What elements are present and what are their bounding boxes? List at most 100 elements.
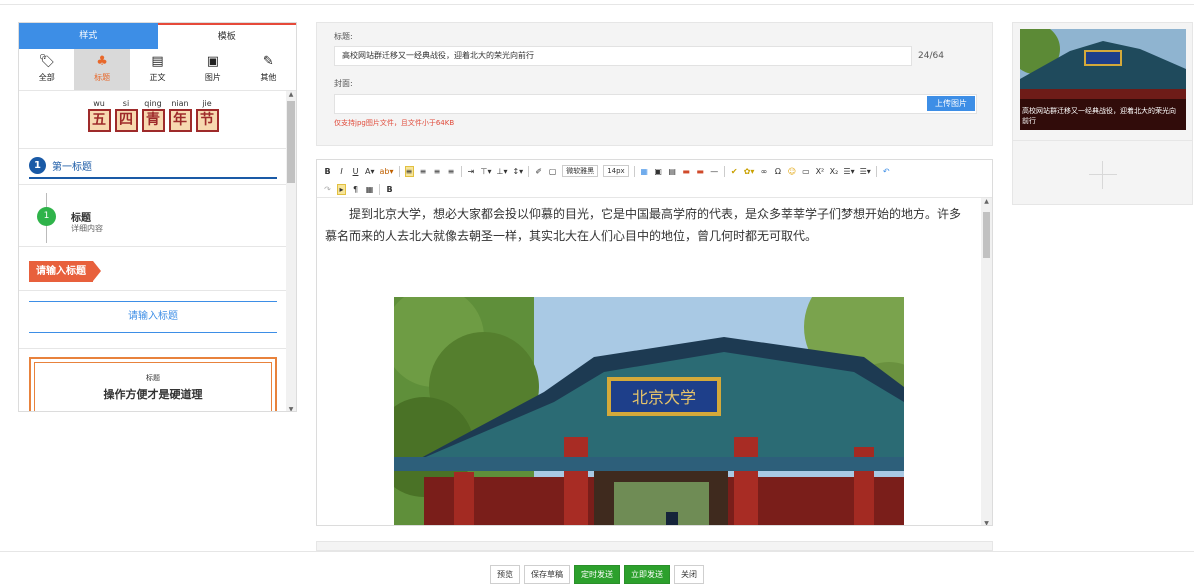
timeline-title: 标题 (71, 213, 91, 224)
music-icon[interactable]: ▬ (696, 167, 705, 176)
category-label: 全部 (38, 73, 55, 82)
scroll-down-icon[interactable]: ▼ (981, 520, 992, 525)
highlight-button[interactable]: ab▾ (380, 167, 394, 176)
unordered-list-icon[interactable]: ☰▾ (860, 167, 871, 176)
category-label: 正文 (149, 73, 166, 82)
category-body[interactable]: ▤ 正文 (130, 49, 185, 90)
separator (528, 165, 530, 177)
lined-heading-text: 请输入标题 (29, 301, 277, 333)
separator (460, 165, 462, 177)
article-list-panel: 高校网站群迁移又一经典战役，迎着北大的荣光向前行 (1012, 22, 1193, 205)
tab-styles[interactable]: 样式 (19, 23, 158, 49)
style-list: wu si qing nian jie 五 四 青 年 节 1 第一标题 1 标… (19, 91, 287, 411)
horizontal-rule-icon[interactable]: — (710, 167, 719, 176)
pinyin: si (122, 99, 130, 108)
upload-image-button[interactable]: 上传图片 (927, 96, 975, 111)
special-char-icon[interactable]: Ω (773, 167, 782, 176)
article-form: 标题: 高校网站群迁移又一经典战役，迎着北大的荣光向前行 24/64 封面: 上… (316, 22, 993, 146)
hanzi-box: 节 (195, 109, 219, 132)
style-panel: 样式 模板 🏷 全部 ♣ 标题 ▤ 正文 ▣ 图片 ✎ 其他 wu si qin… (18, 22, 297, 412)
underline-button[interactable]: U (351, 167, 360, 176)
preview-button[interactable]: 预览 (490, 565, 520, 584)
title-input[interactable]: 高校网站群迁移又一经典战役，迎着北大的荣光向前行 (334, 46, 912, 66)
style-sample-festival[interactable]: wu si qing nian jie 五 四 青 年 节 (19, 91, 287, 149)
scrollbar-thumb[interactable] (983, 212, 990, 258)
plus-icon (1102, 161, 1103, 189)
style-sample-numbered-heading[interactable]: 1 第一标题 (19, 149, 287, 185)
scrollbar-thumb[interactable] (287, 101, 295, 183)
smiley-icon[interactable]: ☺ (787, 167, 796, 176)
row-spacing-bottom-icon[interactable]: ⊥▾ (496, 167, 507, 176)
style-sample-lined-heading[interactable]: 请输入标题 (19, 291, 287, 349)
tab-templates[interactable]: 模板 (157, 23, 296, 49)
category-all[interactable]: 🏷 全部 (19, 49, 74, 90)
style-sample-timeline[interactable]: 1 标题 详细内容 (19, 185, 287, 247)
paragraph-mark-icon[interactable]: ¶ (351, 185, 360, 194)
image-icon[interactable]: ▣ (654, 167, 663, 176)
align-left-icon[interactable]: ≡ (404, 165, 414, 177)
row-spacing-top-icon[interactable]: ⊤▾ (481, 167, 492, 176)
align-center-icon[interactable]: ≡ (419, 167, 428, 176)
font-family-select[interactable]: 微软雅黑 (562, 165, 599, 177)
category-other[interactable]: ✎ 其他 (241, 49, 296, 90)
link-icon[interactable]: ∞ (759, 167, 768, 176)
undo-icon[interactable]: ↶ (882, 167, 891, 176)
line-height-icon[interactable]: ↕▾ (512, 167, 523, 176)
font-size-select[interactable]: 14px (603, 165, 629, 177)
category-image[interactable]: ▣ 图片 (185, 49, 240, 90)
timeline-dot: 1 (37, 207, 56, 226)
cover-input[interactable] (334, 94, 977, 114)
category-label: 标题 (94, 73, 111, 82)
heading-number: 1 (29, 157, 46, 174)
summary-section: 摘要 (316, 541, 993, 559)
style-list-scrollbar[interactable]: ▲ ▼ (286, 91, 296, 411)
pinyin-row: wu si qing nian jie (19, 99, 287, 108)
schedule-send-button[interactable]: 定时发送 (574, 565, 620, 584)
table-icon[interactable]: ▦ (640, 167, 649, 176)
save-draft-button[interactable]: 保存草稿 (524, 565, 570, 584)
editor-paragraph[interactable]: 提到北京大学，想必大家都会投以仰慕的目光，它是中国最高学府的代表，是众多莘莘学子… (317, 198, 977, 247)
category-heading[interactable]: ♣ 标题 (74, 49, 130, 90)
align-justify-icon[interactable]: ≡ (447, 167, 456, 176)
bold-button[interactable]: B (323, 167, 332, 176)
indent-icon[interactable]: ⇥ (467, 167, 476, 176)
editor-content[interactable]: 提到北京大学，想必大家都会投以仰慕的目光，它是中国最高学府的代表，是众多莘莘学子… (317, 198, 982, 525)
italic-button[interactable]: I (337, 167, 346, 176)
paste-plain-icon[interactable]: ▢ (548, 167, 557, 176)
insert-code-icon[interactable]: ▸ (337, 183, 346, 195)
ordered-list-icon[interactable]: ☰▾ (843, 167, 854, 176)
format-brush-icon[interactable]: ✔ (730, 167, 739, 176)
scroll-up-icon[interactable]: ▲ (981, 198, 992, 205)
scroll-down-icon[interactable]: ▼ (286, 406, 296, 411)
close-button[interactable]: 关闭 (674, 565, 704, 584)
editor-scrollbar[interactable]: ▲ ▼ (981, 198, 992, 525)
style-sample-boxed-heading[interactable]: 标题 操作方便才是硬道理 (19, 349, 287, 411)
hanzi-box: 五 (87, 109, 111, 132)
hanzi-box: 四 (114, 109, 138, 132)
video-icon[interactable]: ▬ (682, 167, 691, 176)
superscript-icon[interactable]: X² (815, 167, 825, 176)
subscript-icon[interactable]: X₂ (829, 167, 839, 176)
tag-heading: 请输入标题 (29, 261, 101, 282)
find-replace-icon[interactable]: ▦ (365, 185, 374, 194)
redo-icon[interactable]: ↷ (323, 185, 332, 194)
separator (398, 165, 400, 177)
font-color-button[interactable]: A▾ (365, 167, 375, 176)
eraser-icon[interactable]: ✐ (534, 167, 543, 176)
sitemap-icon: ♣ (96, 54, 108, 69)
multi-image-icon[interactable]: ▤ (668, 167, 677, 176)
cover-label: 封面: (334, 79, 353, 88)
keyboard-icon[interactable]: ▭ (801, 167, 810, 176)
send-now-button[interactable]: 立即发送 (624, 565, 670, 584)
scroll-up-icon[interactable]: ▲ (286, 91, 296, 98)
emoji-icon[interactable]: ✿▾ (744, 167, 755, 176)
article-thumbnail[interactable]: 高校网站群迁移又一经典战役，迎着北大的荣光向前行 (1020, 29, 1186, 130)
category-label: 图片 (204, 73, 221, 82)
peking-university-gate-photo[interactable]: 北京大学 (394, 297, 904, 525)
separator (379, 183, 380, 195)
align-right-icon[interactable]: ≡ (433, 167, 442, 176)
add-article-slot[interactable] (1013, 140, 1192, 205)
svg-text:北京大学: 北京大学 (632, 388, 696, 407)
bold-extra-button[interactable]: B (385, 185, 394, 194)
style-sample-tag-heading[interactable]: 请输入标题 (19, 247, 287, 291)
